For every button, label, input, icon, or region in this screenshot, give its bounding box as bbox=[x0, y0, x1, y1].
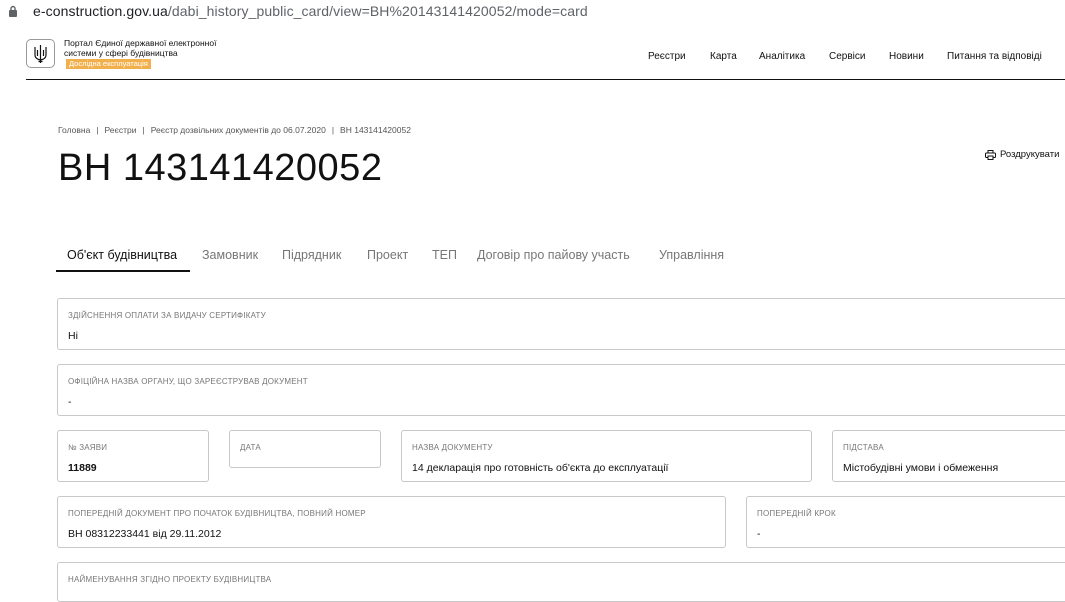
nav-label: Аналітика bbox=[759, 51, 806, 62]
tab-contractor[interactable]: Підрядник bbox=[282, 245, 341, 265]
breadcrumb-separator: | bbox=[142, 125, 145, 135]
field-basis: Підстава Містобудівні умови і обмеження bbox=[832, 430, 1065, 482]
tab-tep[interactable]: ТЕП bbox=[432, 245, 457, 265]
nav-registries[interactable]: Реєстри bbox=[648, 51, 686, 63]
portal-title-text: Портал Єдиної державної електронної сист… bbox=[64, 38, 217, 58]
nav-news[interactable]: Новини bbox=[889, 51, 924, 63]
field-document-name: Назва документу 14 декларація про готовн… bbox=[401, 430, 812, 482]
field-label: Назва документу bbox=[412, 443, 493, 452]
nav-map[interactable]: Карта bbox=[710, 51, 737, 63]
field-date: Дата bbox=[229, 430, 381, 468]
field-label: Дата bbox=[240, 443, 261, 452]
field-value: 14 декларація про готовність об'єкта до … bbox=[412, 462, 669, 474]
nav-label: Новини bbox=[889, 51, 924, 62]
field-value: ВН 08312233441 від 29.11.2012 bbox=[68, 528, 222, 540]
field-previous-step: Попередній крок - bbox=[746, 496, 1065, 548]
address-bar[interactable]: e-construction.gov.ua/dabi_history_publi… bbox=[0, 0, 1065, 22]
active-tab-indicator bbox=[56, 270, 190, 272]
nav-label: Реєстри bbox=[648, 51, 686, 62]
nav-label: Карта bbox=[710, 51, 737, 62]
nav-faq[interactable]: Питання та відповіді bbox=[947, 51, 1042, 63]
field-label: № заяви bbox=[68, 443, 108, 452]
url-text: e-construction.gov.ua/dabi_history_publi… bbox=[33, 3, 588, 19]
field-value: Ні bbox=[68, 330, 78, 342]
print-label: Роздрукувати bbox=[1000, 149, 1060, 160]
field-label: Попередній крок bbox=[757, 509, 836, 518]
breadcrumb: Головна | Реєстри | Реєстр дозвільних до… bbox=[58, 125, 411, 135]
breadcrumb-home[interactable]: Головна bbox=[58, 125, 90, 135]
tab-management[interactable]: Управління bbox=[659, 245, 724, 265]
site-header: Портал Єдиної державної електронної сист… bbox=[0, 22, 1065, 80]
tab-construction-object[interactable]: Об'єкт будівництва bbox=[67, 245, 177, 265]
field-label: Здійснення оплати за видачу сертифікату bbox=[68, 311, 266, 320]
field-name-by-project: Найменування згідно проекту будівництва bbox=[57, 562, 1065, 602]
breadcrumb-separator: | bbox=[96, 125, 99, 135]
field-value: - bbox=[68, 396, 72, 408]
trident-logo-icon[interactable] bbox=[26, 39, 55, 68]
tab-project[interactable]: Проект bbox=[367, 245, 408, 265]
nav-services[interactable]: Сервіси bbox=[829, 51, 865, 63]
tab-share-agreement[interactable]: Договір про пайову участь bbox=[477, 245, 630, 265]
field-authority: Офіційна назва органу, що зареєстрував д… bbox=[57, 364, 1065, 416]
field-value: 11889 bbox=[68, 462, 97, 474]
breadcrumb-current: ВН 143141420052 bbox=[340, 125, 411, 135]
breadcrumb-registries[interactable]: Реєстри bbox=[105, 125, 137, 135]
nav-label: Питання та відповіді bbox=[947, 51, 1042, 62]
tab-customer[interactable]: Замовник bbox=[202, 245, 258, 265]
field-value: Містобудівні умови і обмеження bbox=[843, 462, 999, 474]
printer-icon bbox=[985, 149, 996, 160]
field-application-number: № заяви 11889 bbox=[57, 430, 209, 482]
nav-analytics[interactable]: Аналітика bbox=[759, 51, 805, 63]
portal-title[interactable]: Портал Єдиної державної електронної сист… bbox=[64, 38, 234, 69]
header-divider bbox=[26, 79, 1065, 80]
field-label: Підстава bbox=[843, 443, 884, 452]
page-title: ВН 143141420052 bbox=[58, 147, 383, 189]
nav-label: Сервіси bbox=[829, 51, 866, 62]
print-button[interactable]: Роздрукувати bbox=[985, 149, 1059, 160]
field-value: - bbox=[757, 528, 761, 540]
field-payment: Здійснення оплати за видачу сертифікату … bbox=[57, 298, 1065, 350]
lock-icon bbox=[8, 0, 28, 22]
url-path: /dabi_history_public_card/view=BH%201431… bbox=[167, 3, 588, 19]
beta-badge: Дослідна експлуатація bbox=[66, 59, 151, 69]
url-host: e-construction.gov.ua bbox=[33, 3, 168, 19]
field-label: Офіційна назва органу, що зареєстрував д… bbox=[68, 377, 308, 386]
field-previous-document: Попередній документ про початок будівниц… bbox=[57, 496, 726, 548]
breadcrumb-separator: | bbox=[331, 125, 335, 135]
breadcrumb-registry[interactable]: Реєстр дозвільних документів до 06.07.20… bbox=[151, 125, 326, 135]
field-label: Попередній документ про початок будівниц… bbox=[68, 509, 366, 518]
